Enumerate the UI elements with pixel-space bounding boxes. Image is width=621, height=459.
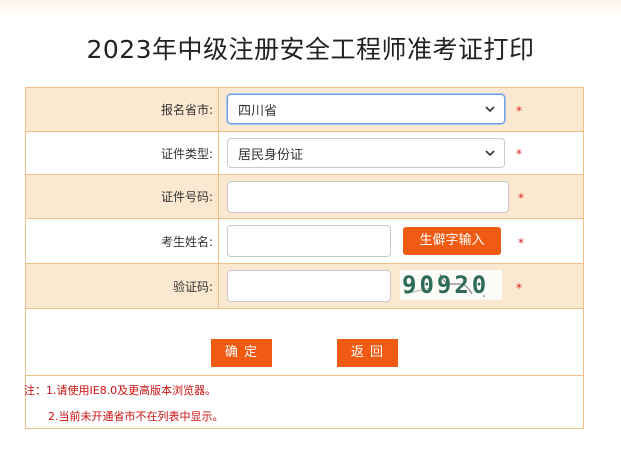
captcha-image[interactable]: 90920 [400, 270, 502, 300]
id-type-label: 证件类型: [160, 146, 213, 161]
name-row: 考生姓名: 生僻字输入 * [26, 219, 583, 264]
province-label: 报名省市: [160, 103, 213, 117]
required-mark: * [518, 236, 524, 250]
province-row: 报名省市: 四川省 * [26, 88, 583, 132]
back-button[interactable]: 返 回 [337, 339, 398, 367]
required-mark: * [518, 191, 524, 205]
admission-ticket-form: 报名省市: 四川省 * 证件类型: 居民身份证 * 证件号码: * 考生姓名: … [24, 87, 584, 429]
column-divider [218, 219, 219, 263]
id-number-label: 证件号码: [160, 190, 213, 204]
actions-row: 确 定 返 回 [26, 309, 583, 376]
chevron-down-icon [485, 150, 495, 157]
required-mark: * [516, 104, 522, 118]
id-number-row: 证件号码: * [26, 175, 583, 219]
province-value: 四川省 [238, 103, 278, 119]
note-line-2: 2.当前未开通省市不在列表中显示。 [48, 410, 224, 423]
id-number-input[interactable] [227, 181, 509, 213]
name-input[interactable] [227, 225, 391, 257]
chevron-down-icon [485, 106, 495, 113]
column-divider [218, 264, 219, 308]
column-divider [218, 132, 219, 174]
id-type-select[interactable]: 居民身份证 [227, 138, 505, 168]
name-label: 考生姓名: [160, 234, 213, 249]
column-divider [218, 88, 219, 131]
page-title: 2023年中级注册安全工程师准考证打印 [86, 35, 535, 64]
required-mark: * [516, 147, 522, 161]
required-mark: * [516, 281, 522, 295]
note-line-1: 注：1.请使用IE8.0及更高版本浏览器。 [24, 384, 217, 397]
confirm-button[interactable]: 确 定 [211, 339, 272, 367]
id-type-row: 证件类型: 居民身份证 * [26, 132, 583, 175]
id-type-value: 居民身份证 [238, 147, 304, 163]
top-gradient-bar [0, 0, 621, 16]
province-select[interactable]: 四川省 [227, 94, 505, 124]
column-divider [218, 175, 219, 218]
captcha-row: 验证码: 90920 * [26, 264, 583, 309]
captcha-text: 90920 [402, 271, 490, 299]
rare-char-input-button[interactable]: 生僻字输入 [403, 227, 501, 255]
captcha-input[interactable] [227, 270, 391, 302]
captcha-label: 验证码: [172, 279, 213, 294]
